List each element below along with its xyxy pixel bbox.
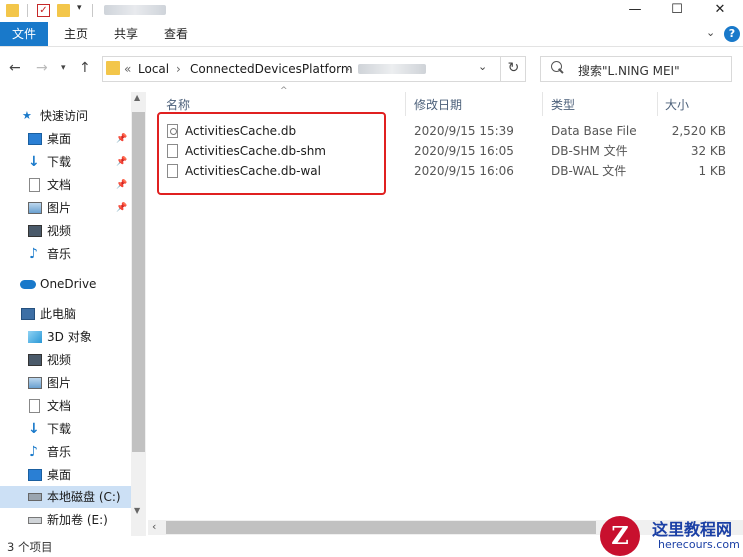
desktop-icon bbox=[28, 133, 42, 145]
file-type: DB-SHM 文件 bbox=[551, 144, 628, 158]
music-icon: ♪ bbox=[29, 246, 38, 262]
window-title-redacted bbox=[104, 5, 166, 15]
file-size: 32 KB bbox=[690, 144, 726, 158]
back-button[interactable]: ← bbox=[9, 60, 21, 76]
toolbar-separator bbox=[27, 4, 28, 17]
cloud-icon bbox=[20, 280, 36, 289]
file-size: 2,520 KB bbox=[671, 124, 726, 138]
video-icon bbox=[28, 225, 42, 237]
forward-button[interactable]: → bbox=[36, 60, 48, 76]
tab-share[interactable]: 共享 bbox=[114, 22, 138, 46]
ribbon-bar bbox=[0, 22, 743, 47]
document-icon bbox=[29, 178, 40, 192]
nav-item-downloads-pc[interactable]: ↓ 下载 bbox=[0, 418, 132, 440]
file-type: Data Base File bbox=[551, 124, 637, 138]
nav-item-videos[interactable]: 视频 bbox=[0, 220, 132, 242]
refresh-button[interactable]: ↻ bbox=[500, 56, 526, 82]
breadcrumb-separator[interactable]: › bbox=[345, 62, 350, 76]
watermark-logo: Z bbox=[600, 516, 640, 556]
sort-ascending-icon: ^ bbox=[280, 86, 288, 96]
breadcrumb-local[interactable]: Local bbox=[138, 62, 169, 76]
watermark-url: herecours.com bbox=[658, 538, 740, 551]
scroll-up-icon[interactable]: ▲ bbox=[134, 93, 140, 102]
3d-objects-icon bbox=[28, 331, 42, 343]
nav-this-pc[interactable]: 此电脑 bbox=[0, 303, 132, 325]
nav-item-music-pc[interactable]: ♪ 音乐 bbox=[0, 441, 132, 463]
nav-item-pictures-pc[interactable]: 图片 bbox=[0, 372, 132, 394]
breadcrumb-separator[interactable]: › bbox=[176, 62, 181, 76]
breadcrumb-redacted bbox=[358, 64, 426, 74]
highlight-box bbox=[157, 112, 386, 195]
tab-view[interactable]: 查看 bbox=[164, 22, 188, 46]
horizontal-scrollbar-thumb[interactable] bbox=[166, 521, 596, 534]
nav-item-local-disk-c[interactable]: 本地磁盘 (C:) bbox=[0, 486, 132, 508]
column-header-divider[interactable] bbox=[657, 92, 658, 116]
tab-home[interactable]: 主页 bbox=[64, 22, 88, 46]
minimize-button[interactable]: — bbox=[612, 0, 658, 22]
pin-icon[interactable]: 📌 bbox=[116, 197, 127, 219]
column-divider[interactable] bbox=[542, 92, 543, 116]
nav-item-documents-pc[interactable]: 文档 bbox=[0, 395, 132, 417]
music-icon: ♪ bbox=[29, 444, 38, 460]
picture-icon bbox=[28, 377, 42, 389]
download-icon: ↓ bbox=[28, 421, 40, 437]
star-icon: ★ bbox=[22, 109, 32, 122]
address-dropdown-icon[interactable]: ⌄ bbox=[478, 60, 487, 73]
video-icon bbox=[28, 354, 42, 366]
maximize-button[interactable]: ☐ bbox=[654, 0, 700, 22]
properties-icon[interactable]: ✓ bbox=[37, 4, 50, 17]
column-header-size[interactable]: 大小 bbox=[665, 95, 689, 115]
pin-icon[interactable]: 📌 bbox=[116, 128, 127, 150]
tab-file[interactable]: 文件 bbox=[0, 22, 48, 46]
download-icon: ↓ bbox=[28, 154, 40, 170]
nav-item-downloads[interactable]: ↓ 下载 📌 bbox=[0, 151, 132, 173]
nav-item-documents[interactable]: 文档 📌 bbox=[0, 174, 132, 196]
file-modified: 2020/9/15 16:05 bbox=[414, 144, 514, 158]
watermark-title: 这里教程网 bbox=[652, 520, 733, 539]
nav-item-new-volume-e[interactable]: 新加卷 (E:) bbox=[0, 509, 132, 531]
breadcrumb-overflow[interactable]: « bbox=[124, 62, 131, 76]
pin-icon[interactable]: 📌 bbox=[116, 151, 127, 173]
document-icon bbox=[29, 399, 40, 413]
file-type: DB-WAL 文件 bbox=[551, 164, 627, 178]
scroll-left-icon[interactable]: ‹ bbox=[152, 520, 156, 533]
column-header-type[interactable]: 类型 bbox=[551, 95, 575, 115]
desktop-icon bbox=[28, 469, 42, 481]
file-size: 1 KB bbox=[698, 164, 726, 178]
expand-ribbon-icon[interactable]: ⌄ bbox=[706, 26, 715, 39]
nav-item-3d-objects[interactable]: 3D 对象 bbox=[0, 326, 132, 348]
pin-icon[interactable]: 📌 bbox=[116, 174, 127, 196]
close-button[interactable]: ✕ bbox=[697, 0, 743, 22]
status-item-count: 3 个项目 bbox=[7, 540, 53, 554]
nav-item-desktop[interactable]: 桌面 📌 bbox=[0, 128, 132, 150]
folder-icon bbox=[106, 61, 120, 75]
computer-icon bbox=[21, 308, 35, 320]
file-modified: 2020/9/15 16:06 bbox=[414, 164, 514, 178]
folder-icon bbox=[6, 4, 19, 17]
column-divider[interactable] bbox=[405, 92, 406, 116]
up-button[interactable]: ↑ bbox=[79, 60, 91, 76]
drive-icon bbox=[28, 517, 42, 524]
nav-scrollbar-thumb[interactable] bbox=[132, 112, 145, 452]
nav-item-desktop-pc[interactable]: 桌面 bbox=[0, 464, 132, 486]
nav-item-music[interactable]: ♪ 音乐 bbox=[0, 243, 132, 265]
nav-quick-access[interactable]: ★ 快速访问 bbox=[0, 105, 132, 127]
customize-quick-access-icon[interactable]: ▾ bbox=[77, 3, 82, 13]
local-disk-icon bbox=[28, 493, 42, 501]
file-modified: 2020/9/15 15:39 bbox=[414, 124, 514, 138]
new-folder-icon[interactable] bbox=[57, 4, 70, 17]
help-button[interactable]: ? bbox=[724, 26, 740, 42]
recent-locations-button[interactable]: ▾ bbox=[61, 63, 66, 73]
nav-item-videos-pc[interactable]: 视频 bbox=[0, 349, 132, 371]
nav-item-pictures[interactable]: 图片 📌 bbox=[0, 197, 132, 219]
nav-onedrive[interactable]: OneDrive bbox=[0, 273, 132, 295]
scroll-down-icon[interactable]: ▼ bbox=[134, 506, 140, 515]
search-placeholder: 搜索"L.NING MEI" bbox=[578, 64, 680, 78]
toolbar-separator bbox=[92, 4, 93, 17]
picture-icon bbox=[28, 202, 42, 214]
breadcrumb-connecteddevicesplatform[interactable]: ConnectedDevicesPlatform bbox=[190, 62, 353, 76]
column-header-modified[interactable]: 修改日期 bbox=[414, 95, 462, 115]
